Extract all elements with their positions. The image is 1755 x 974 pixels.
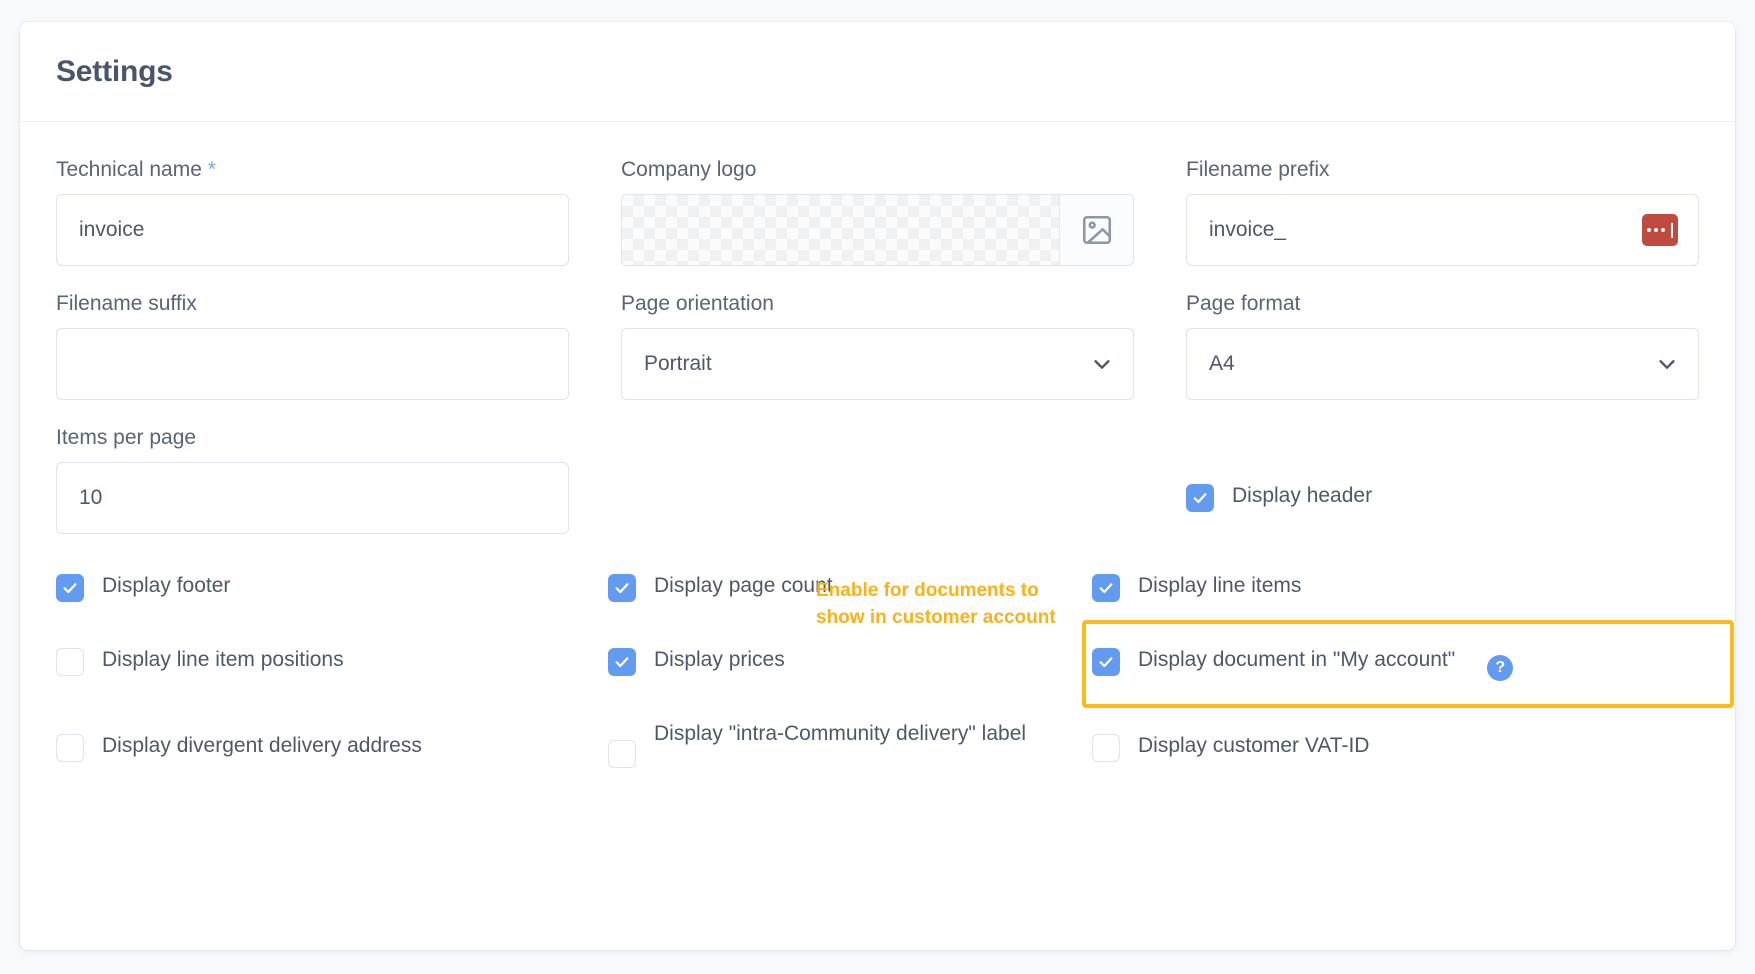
page-format-value: A4 [1209, 352, 1235, 375]
page-orientation-select[interactable]: Portrait [621, 328, 1134, 400]
checkbox-box[interactable] [1092, 734, 1120, 762]
checkbox-box[interactable] [608, 648, 636, 676]
checkbox-display-header-wrap: Display header [1186, 426, 1699, 534]
checkbox-box[interactable] [1092, 648, 1120, 676]
annotation-text: Enable for documents to show in customer… [816, 580, 1056, 628]
company-logo-field[interactable] [621, 194, 1134, 266]
checkbox-display-customer-vat-id[interactable]: Display customer VAT-ID [1092, 732, 1732, 776]
checkbox-label: Display document in "My account" [1138, 648, 1456, 671]
required-asterisk: * [207, 158, 216, 181]
checkbox-display-prices[interactable]: Display prices [608, 646, 1078, 690]
checkbox-area: Display footer Display line item positio… [56, 560, 1734, 860]
page-title: Settings [56, 54, 173, 88]
chevron-down-icon [1094, 360, 1110, 369]
checkbox-box[interactable] [1092, 574, 1120, 602]
checkbox-display-footer[interactable]: Display footer [56, 572, 556, 616]
checkbox-label: Display line item positions [102, 648, 344, 671]
filename-prefix-input[interactable]: invoice_ [1186, 194, 1699, 266]
filename-prefix-value: invoice_ [1209, 218, 1287, 241]
checkbox-box[interactable] [56, 734, 84, 762]
check-icon [1099, 583, 1113, 594]
checkbox-display-divergent-delivery-address[interactable]: Display divergent delivery address [56, 732, 556, 776]
company-logo-label: Company logo [621, 158, 757, 181]
check-icon [1099, 657, 1113, 668]
checkbox-box[interactable] [1186, 484, 1214, 512]
checkbox-label: Display line items [1138, 574, 1302, 597]
checkbox-display-line-item-positions[interactable]: Display line item positions [56, 646, 556, 690]
technical-name-label: Technical name * [56, 158, 569, 182]
checkbox-column-3: Display line items Display document in "… [1092, 572, 1732, 776]
checkbox-label: Display customer VAT-ID [1138, 734, 1370, 757]
checkbox-display-line-items[interactable]: Display line items [1092, 572, 1732, 616]
checkbox-label: Display prices [654, 648, 785, 671]
checkbox-label: Display "intra-Community delivery" label [654, 722, 1027, 745]
company-logo-preview[interactable] [622, 195, 1059, 265]
badge-dot [1654, 228, 1658, 232]
check-icon [615, 583, 629, 594]
question-mark-icon[interactable]: ? [1487, 655, 1514, 681]
card-header: Settings [20, 22, 1735, 122]
badge-dot [1661, 228, 1665, 232]
checkbox-box[interactable] [608, 740, 636, 768]
page-format-label: Page format [1186, 292, 1301, 315]
form-row-1: Technical name * invoice Company logo Fi… [56, 158, 1699, 292]
checkbox-box[interactable] [56, 574, 84, 602]
card-body: Technical name * invoice Company logo Fi… [20, 122, 1735, 860]
field-technical-name: Technical name * invoice [56, 158, 569, 266]
page-orientation-label: Page orientation [621, 292, 774, 315]
company-logo-upload-button[interactable] [1059, 195, 1133, 265]
technical-name-label-text: Technical name [56, 158, 202, 181]
ellipsis-cursor-badge-icon[interactable] [1642, 214, 1678, 246]
page-root: Settings Technical name * invoice Compan… [0, 0, 1755, 974]
filename-prefix-label: Filename prefix [1186, 158, 1330, 181]
checkbox-box[interactable] [608, 574, 636, 602]
items-per-page-label: Items per page [56, 426, 197, 449]
checkbox-label: Display divergent delivery address [102, 734, 422, 757]
page-format-select[interactable]: A4 [1186, 328, 1699, 400]
filename-suffix-input[interactable] [56, 328, 569, 400]
checkbox-column-1: Display footer Display line item positio… [56, 572, 556, 776]
checkbox-label: Display header [1232, 484, 1373, 507]
technical-name-input[interactable]: invoice [56, 194, 569, 266]
image-icon [1082, 215, 1111, 245]
field-company-logo: Company logo [621, 158, 1134, 266]
filename-suffix-label: Filename suffix [56, 292, 197, 315]
check-icon [615, 657, 629, 668]
checkbox-display-intra-community[interactable]: Display "intra-Community delivery" label [608, 718, 1078, 768]
field-page-orientation: Page orientation Portrait [621, 292, 1134, 400]
badge-dot [1647, 228, 1651, 232]
checkbox-box[interactable] [56, 648, 84, 676]
form-row-3-spacer [621, 426, 1134, 560]
field-filename-suffix: Filename suffix [56, 292, 569, 400]
checkbox-display-header[interactable]: Display header [1186, 482, 1699, 526]
page-orientation-value: Portrait [644, 352, 712, 375]
form-row-2: Filename suffix Page orientation Portrai… [56, 292, 1699, 426]
check-icon [1193, 493, 1207, 504]
check-icon [63, 583, 77, 594]
field-filename-prefix: Filename prefix invoice_ [1186, 158, 1699, 266]
technical-name-value: invoice [79, 218, 145, 241]
form-row-3: Items per page 10 Display header [56, 426, 1699, 560]
field-items-per-page: Items per page 10 [56, 426, 569, 534]
settings-card: Settings Technical name * invoice Compan… [20, 22, 1735, 950]
checkbox-display-document-my-account[interactable]: Display document in "My account" ? [1092, 646, 1732, 690]
badge-cursor-bar [1671, 222, 1673, 238]
checkbox-label: Display page count [654, 574, 833, 597]
chevron-down-icon [1659, 360, 1675, 369]
items-per-page-value: 10 [79, 486, 103, 509]
field-page-format: Page format A4 [1186, 292, 1699, 400]
checkbox-label: Display footer [102, 574, 231, 597]
items-per-page-input[interactable]: 10 [56, 462, 569, 534]
